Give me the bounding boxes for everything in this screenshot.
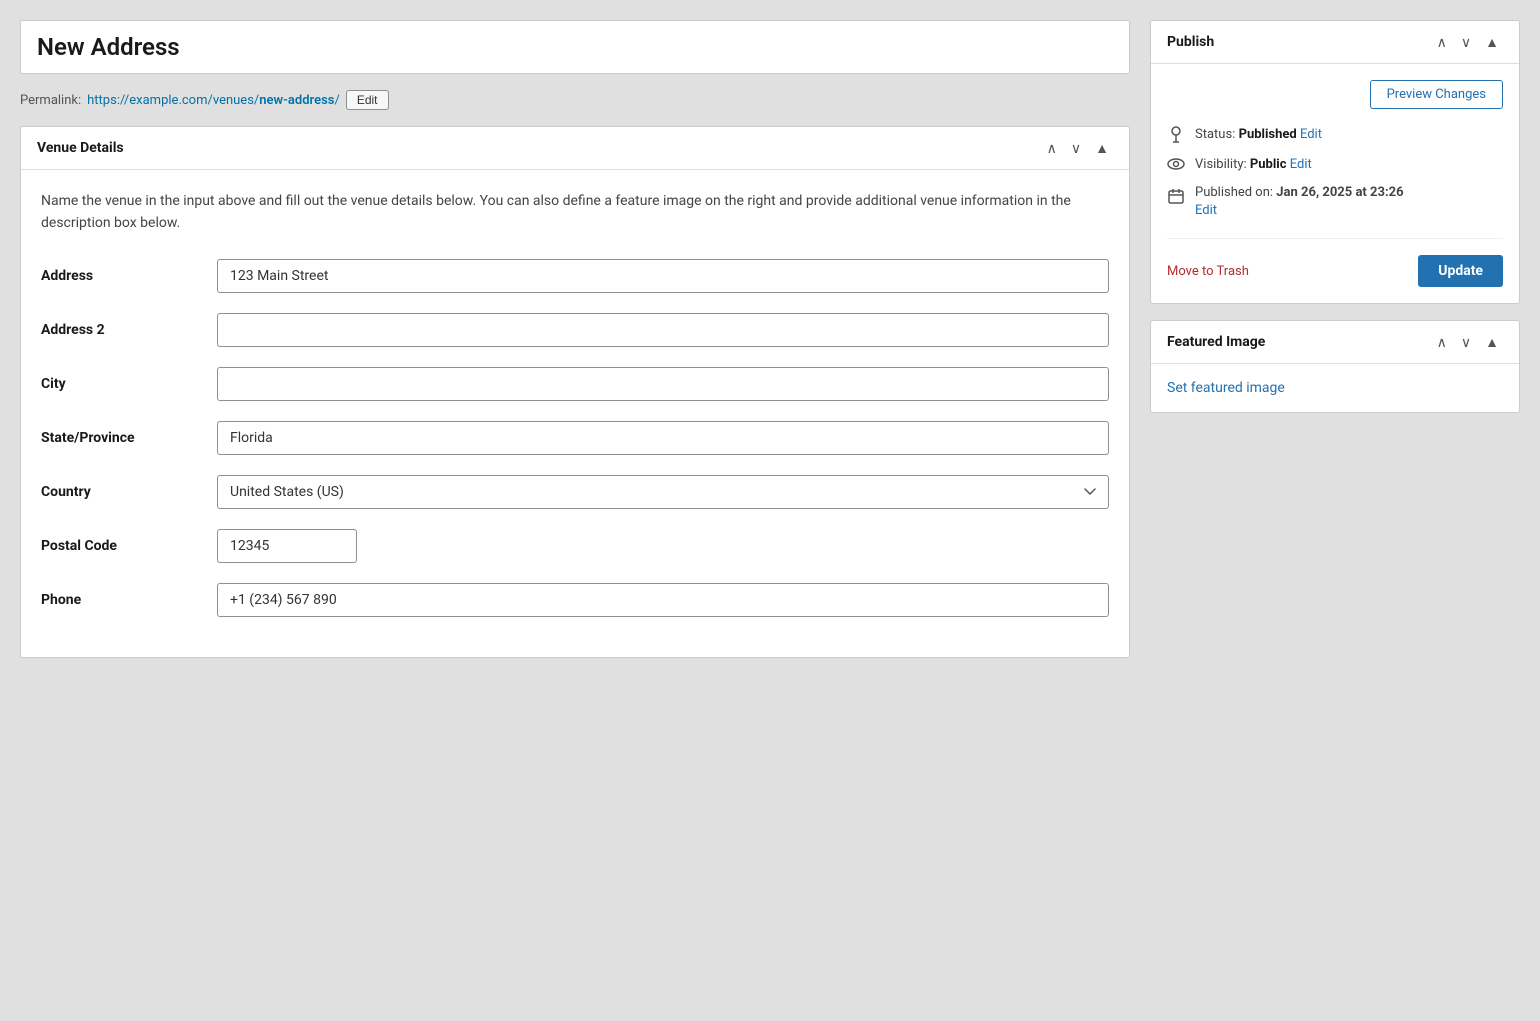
visibility-text: Visibility: Public Edit [1195, 157, 1312, 172]
status-edit-link[interactable]: Edit [1300, 127, 1322, 142]
postal-input[interactable] [217, 529, 357, 563]
venue-description: Name the venue in the input above and fi… [41, 190, 1109, 235]
featured-panel-up-btn[interactable]: ∧ [1433, 333, 1451, 351]
state-input[interactable] [217, 421, 1109, 455]
featured-panel-arrow-btn[interactable]: ▲ [1481, 333, 1503, 351]
postal-row: Postal Code [41, 529, 1109, 563]
publish-panel-header: Publish ∧ ∨ ▲ [1151, 21, 1519, 64]
address-label: Address [41, 268, 201, 284]
city-row: City [41, 367, 1109, 401]
phone-row: Phone [41, 583, 1109, 617]
set-featured-image-link[interactable]: Set featured image [1167, 380, 1285, 396]
country-row: Country United States (US) [41, 475, 1109, 509]
venue-details-body: Name the venue in the input above and fi… [21, 170, 1129, 657]
sidebar-column: Publish ∧ ∨ ▲ Preview Changes [1150, 20, 1520, 658]
post-title-input[interactable] [37, 33, 1113, 61]
visibility-icon [1167, 155, 1185, 173]
publish-panel-controls: ∧ ∨ ▲ [1433, 33, 1503, 51]
venue-details-title: Venue Details [37, 140, 124, 156]
featured-image-body: Set featured image [1151, 364, 1519, 412]
preview-btn-row: Preview Changes [1167, 80, 1503, 109]
published-icon [1167, 187, 1185, 205]
address2-input[interactable] [217, 313, 1109, 347]
visibility-row: Visibility: Public Edit [1167, 155, 1503, 173]
phone-label: Phone [41, 592, 201, 608]
published-edit-link[interactable]: Edit [1195, 203, 1217, 218]
state-label: State/Province [41, 430, 201, 446]
publish-panel-up-btn[interactable]: ∧ [1433, 33, 1451, 51]
country-select[interactable]: United States (US) [217, 475, 1109, 509]
phone-input[interactable] [217, 583, 1109, 617]
state-row: State/Province [41, 421, 1109, 455]
venue-panel-arrow-btn[interactable]: ▲ [1091, 139, 1113, 157]
publish-meta: Status: Published Edit [1167, 125, 1503, 218]
published-text: Published on: Jan 26, 2025 at 23:26 Edit [1195, 185, 1404, 218]
permalink-label: Permalink: [20, 93, 81, 108]
country-label: Country [41, 484, 201, 500]
featured-image-header: Featured Image ∧ ∨ ▲ [1151, 321, 1519, 364]
publish-panel-title: Publish [1167, 34, 1214, 50]
address-row: Address [41, 259, 1109, 293]
status-row: Status: Published Edit [1167, 125, 1503, 143]
postal-label: Postal Code [41, 538, 201, 554]
featured-image-title: Featured Image [1167, 334, 1265, 350]
status-text: Status: Published Edit [1195, 127, 1322, 142]
permalink-row: Permalink: https://example.com/venues/ne… [20, 90, 1130, 110]
venue-details-panel: Venue Details ∧ ∨ ▲ Name the venue in th… [20, 126, 1130, 658]
publish-actions: Move to Trash Update [1167, 238, 1503, 287]
permalink-link[interactable]: https://example.com/venues/new-address/ [87, 93, 340, 108]
main-column: Permalink: https://example.com/venues/ne… [20, 20, 1130, 658]
address2-row: Address 2 [41, 313, 1109, 347]
venue-panel-up-btn[interactable]: ∧ [1043, 139, 1061, 157]
address2-label: Address 2 [41, 322, 201, 338]
publish-panel-arrow-btn[interactable]: ▲ [1481, 33, 1503, 51]
publish-panel-body: Preview Changes [1151, 64, 1519, 303]
title-box [20, 20, 1130, 74]
publish-panel-down-btn[interactable]: ∨ [1457, 33, 1475, 51]
featured-image-panel: Featured Image ∧ ∨ ▲ Set featured image [1150, 320, 1520, 413]
visibility-edit-link[interactable]: Edit [1290, 157, 1312, 172]
featured-image-controls: ∧ ∨ ▲ [1433, 333, 1503, 351]
city-input[interactable] [217, 367, 1109, 401]
featured-panel-down-btn[interactable]: ∨ [1457, 333, 1475, 351]
status-icon [1167, 125, 1185, 143]
venue-panel-controls: ∧ ∨ ▲ [1043, 139, 1113, 157]
published-on-row: Published on: Jan 26, 2025 at 23:26 Edit [1167, 185, 1503, 218]
update-button[interactable]: Update [1418, 255, 1503, 287]
move-to-trash-link[interactable]: Move to Trash [1167, 264, 1249, 279]
preview-changes-button[interactable]: Preview Changes [1370, 80, 1503, 109]
venue-panel-down-btn[interactable]: ∨ [1067, 139, 1085, 157]
address-input[interactable] [217, 259, 1109, 293]
publish-panel: Publish ∧ ∨ ▲ Preview Changes [1150, 20, 1520, 304]
permalink-edit-button[interactable]: Edit [346, 90, 389, 110]
venue-details-header: Venue Details ∧ ∨ ▲ [21, 127, 1129, 170]
city-label: City [41, 376, 201, 392]
